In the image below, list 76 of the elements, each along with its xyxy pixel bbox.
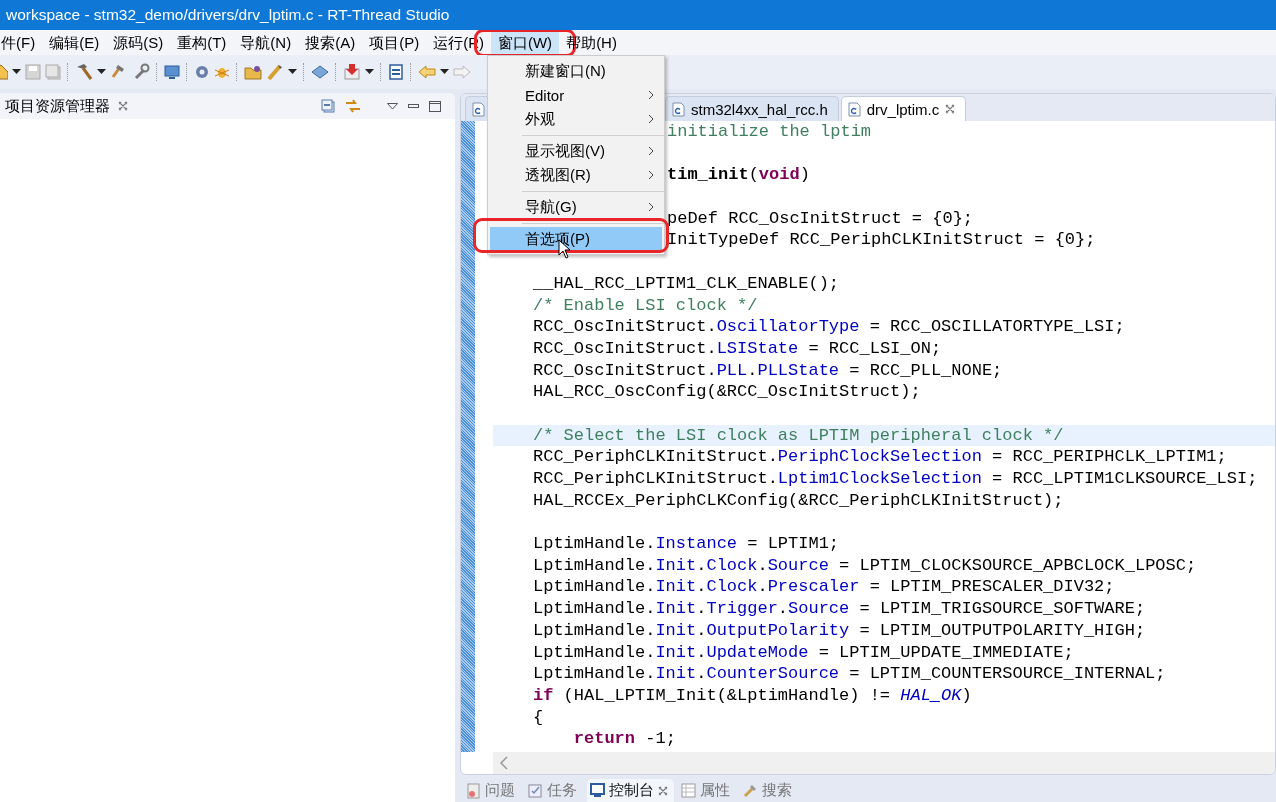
code-line: LptimHandle.Init.Clock.Prescaler = LPTIM_PRESCALER_DIV32; — [533, 577, 1115, 597]
menu-item[interactable]: 导航(N) — [233, 30, 299, 55]
list-icon — [681, 783, 696, 798]
code-line: __HAL_RCC_LPTIM1_CLK_ENABLE(); — [533, 273, 840, 293]
flashlight-icon — [743, 783, 758, 798]
menu-item[interactable]: 件(F) — [0, 30, 43, 55]
view-tab[interactable]: 控制台 — [587, 779, 674, 802]
minimize-icon[interactable] — [408, 103, 419, 109]
code-line: RCC_PeriphCLKInitStruct.PeriphClockSelection = RCC_PERIPHCLK_LPTIM1; — [533, 447, 1227, 467]
problems-icon — [467, 782, 481, 799]
menu-item[interactable]: 外观 — [490, 107, 662, 131]
menu-item[interactable]: 透视图(R) — [490, 163, 662, 187]
editor-tab[interactable]: stm32l4xx_hal_rcc.h — [665, 96, 839, 121]
code-line: RCC_OscInitStruct.LSIState = RCC_LSI_ON; — [533, 338, 942, 358]
view-tab[interactable]: 问题 — [464, 779, 521, 802]
download-icon[interactable] — [343, 63, 361, 81]
code-line: if (HAL_LPTIM_Init(&LptimHandle) != HAL_OK) — [533, 685, 972, 705]
dropdown-caret-icon[interactable] — [97, 69, 106, 75]
menu-item[interactable]: 重构(T) — [170, 30, 234, 55]
link-icon[interactable] — [345, 99, 361, 113]
code-line: HAL_RCCEx_PeriphCLKConfig(&RCC_PeriphCLKInitStruct); — [533, 490, 1064, 510]
code-line: HAL_RCC_OscConfig(&RCC_OscInitStruct); — [533, 382, 921, 402]
code-line: LptimHandle.Init.CounterSource = LPTIM_COUNTERSOURCE_INTERNAL; — [533, 664, 1166, 684]
maximize-icon[interactable] — [429, 100, 441, 112]
horizontal-scrollbar[interactable] — [493, 752, 1275, 774]
code-line: peDef RCC_OscInitStruct = {0}; — [667, 208, 974, 228]
menu-item[interactable]: 搜索(A) — [298, 30, 363, 55]
c-file-icon — [847, 101, 861, 117]
view-menu-icon[interactable] — [387, 102, 398, 110]
code-line: LptimHandle.Init.Clock.Source = LPTIM_CLOCKSOURCE_APBCLOCK_LPOSC; — [533, 555, 1197, 575]
close-icon[interactable] — [945, 104, 956, 114]
code-line: RCC_OscInitStruct.OscillatorType = RCC_OSCILLATORTYPE_LSI; — [533, 317, 1125, 337]
menu-item[interactable]: 导航(G) — [490, 195, 662, 219]
scroll-left-icon[interactable] — [499, 756, 509, 770]
hammer-icon[interactable] — [75, 63, 93, 81]
clipboard-icon — [528, 783, 543, 798]
code-line: LptimHandle.Init.OutputPolarity = LPTIM_OUTPUTPOLARITY_HIGH; — [533, 620, 1146, 640]
menu-item[interactable]: 项目(P) — [362, 30, 427, 55]
editor-tab[interactable]: drv_lptim.c — [840, 96, 967, 121]
menu-item[interactable]: 窗口(W) — [490, 30, 560, 55]
menu-item[interactable]: 编辑(E) — [42, 30, 107, 55]
menu-item[interactable]: 显示视图(V) — [490, 139, 662, 163]
code-line: /* Select the LSI clock as LPTIM peripheral clock */ — [533, 425, 1064, 445]
collapse-all-icon[interactable] — [321, 99, 335, 113]
close-icon[interactable] — [118, 101, 128, 111]
monitor-icon[interactable] — [164, 64, 180, 80]
code-line: tim_init(void) — [667, 165, 810, 185]
menu-item[interactable]: Editor — [490, 83, 662, 107]
view-tab[interactable]: 属性 — [678, 779, 736, 802]
code-line: InitTypeDef RCC_PeriphCLKInitStruct = {0}; — [667, 230, 1096, 250]
wrench-icon[interactable] — [132, 63, 150, 81]
view-tab[interactable]: 任务 — [525, 779, 583, 802]
code-line: LptimHandle.Init.Trigger.Source = LPTIM_TRIGSOURCE_SOFTWARE; — [533, 599, 1146, 619]
window-title: workspace - stm32_demo/drivers/drv_lptim.c - RT-Thread Studio — [5, 6, 450, 24]
code-line: return -1; — [572, 729, 676, 749]
dropdown-caret-icon[interactable] — [288, 69, 297, 75]
folder-icon[interactable] — [244, 64, 262, 80]
dropdown-caret-icon[interactable] — [365, 69, 374, 75]
c-file-icon — [472, 101, 485, 117]
code-line: RCC_PeriphCLKInitStruct.Lptim1ClockSelection = RCC_LPTIM1CLKSOURCE_LSI; — [533, 469, 1258, 488]
panel-icon[interactable] — [388, 64, 404, 80]
gear-icon[interactable] — [194, 64, 210, 80]
menu-item[interactable]: 源码(S) — [106, 30, 171, 55]
dropdown-caret-icon[interactable] — [440, 69, 449, 75]
code-line: RCC_OscInitStruct.PLL.PLLState = RCC_PLL_NONE; — [533, 360, 1003, 380]
menu-item[interactable]: 新建窗口(N) — [490, 59, 662, 83]
code-line: LptimHandle.Instance = LPTIM1; — [533, 534, 840, 554]
code-line: /* Enable LSI clock */ — [533, 295, 758, 315]
code-line: initialize the lptim — [667, 122, 872, 141]
dropdown-caret-icon[interactable] — [12, 69, 21, 75]
code-line: { — [533, 707, 544, 727]
code-line: LptimHandle.Init.UpdateMode = LPTIM_UPDATE_IMMEDIATE; — [533, 642, 1074, 662]
view-tab[interactable]: 搜索 — [740, 779, 798, 802]
console-icon — [590, 783, 605, 798]
close-icon[interactable] — [658, 785, 668, 796]
c-file-icon — [672, 101, 685, 117]
